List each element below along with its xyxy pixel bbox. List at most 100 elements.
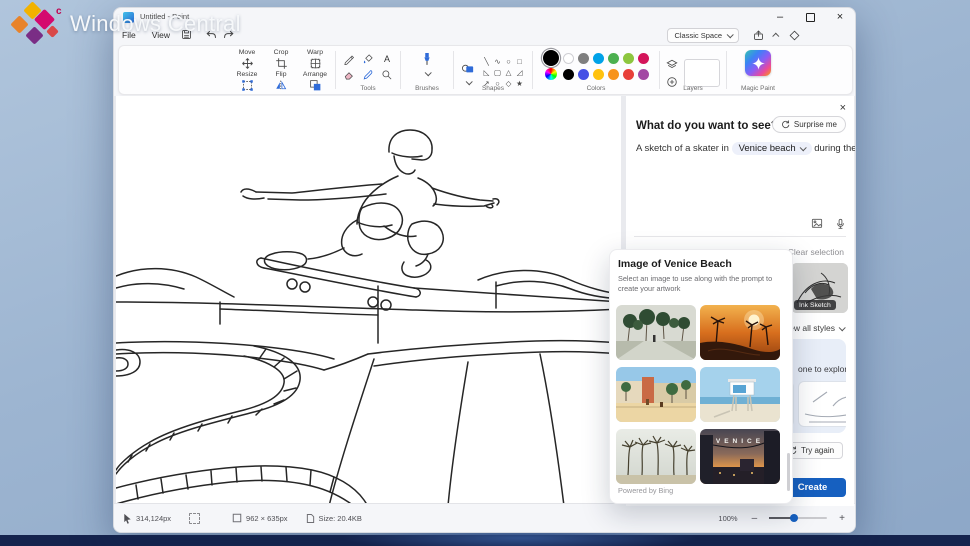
shape-line[interactable]: ╲ [481, 56, 492, 67]
venice-image-palm-trees[interactable] [616, 429, 696, 484]
canvas-sketch[interactable] [116, 96, 621, 506]
resize-icon [241, 79, 254, 92]
color-azure[interactable] [593, 53, 604, 64]
minimize-button[interactable]: – [765, 8, 795, 26]
popup-scrollbar[interactable] [787, 453, 790, 491]
venice-image-venice-sign[interactable]: VENICE [700, 429, 780, 484]
color-purple[interactable] [638, 69, 649, 80]
zoom-slider[interactable] [769, 517, 827, 519]
zoom-in-button[interactable]: + [839, 513, 845, 524]
color-black[interactable] [563, 69, 574, 80]
zoom-slider-knob[interactable] [790, 514, 798, 522]
color-indigo[interactable] [578, 69, 589, 80]
color-green[interactable] [608, 53, 619, 64]
file-size: Size: 20.4KB [319, 514, 362, 523]
magnifier-tool[interactable] [379, 67, 396, 83]
color-yellow[interactable] [593, 69, 604, 80]
microphone-icon [835, 218, 846, 230]
shape-fill-button[interactable] [461, 63, 475, 75]
powered-by-bing: Powered by Bing [618, 486, 673, 495]
pencil-tool[interactable] [341, 51, 358, 67]
magic-paint-label: Magic Paint [727, 85, 789, 92]
surprise-me-button[interactable]: Surprise me [772, 116, 846, 133]
brush-icon [420, 52, 434, 68]
gem-button[interactable] [787, 28, 801, 42]
logo-c-mark: c [56, 6, 62, 17]
magnifier-icon [381, 69, 393, 81]
window-title: Untitled - Paint [140, 12, 189, 21]
selection-section: Move Crop Warp Resize Flip Arrange [227, 46, 335, 94]
undo-button[interactable] [204, 28, 218, 42]
text-tool[interactable]: A [379, 51, 396, 67]
fill-tool[interactable] [360, 51, 377, 67]
shape-triangle[interactable]: △ [503, 67, 514, 78]
redo-button[interactable] [222, 28, 236, 42]
canvas-size-icon [232, 513, 242, 523]
prompt-text[interactable]: A sketch of a skater in Venice beach dur… [636, 142, 850, 155]
logo-diamond-magenta [34, 9, 55, 30]
venice-image-lifeguard-tower[interactable] [700, 367, 780, 422]
edit-colors-wheel[interactable] [545, 68, 557, 80]
colors-section: Colors [533, 46, 659, 94]
collapse-ribbon-button[interactable] [769, 28, 783, 42]
content-area: × What do you want to see? Surprise me A… [114, 96, 855, 504]
brush-button[interactable] [420, 52, 434, 68]
shape-ellipse[interactable]: ○ [503, 56, 514, 67]
color-gray[interactable] [578, 53, 589, 64]
panel-close-button[interactable]: × [840, 102, 846, 114]
style-card-ink-sketch[interactable]: Ink Sketch [791, 263, 848, 313]
file-menu[interactable]: File [114, 28, 144, 42]
venice-image-sunset-skatepark[interactable] [700, 305, 780, 360]
clear-selection-link[interactable]: Clear selection [788, 247, 844, 257]
zoom-out-button[interactable]: – [752, 513, 758, 524]
cursor-icon [123, 513, 132, 524]
maximize-button[interactable] [795, 8, 825, 26]
magic-paint-button[interactable] [745, 50, 771, 76]
titlebar[interactable]: Untitled - Paint – × [114, 8, 855, 26]
selected-color-swatch[interactable] [543, 50, 559, 66]
try-again-label: Try again [801, 446, 834, 455]
generated-sketch-3[interactable] [798, 381, 846, 427]
shapes-label: Shapes [454, 85, 532, 92]
chevron-down-icon [727, 31, 734, 38]
move-tool[interactable]: Move [232, 49, 262, 71]
view-menu[interactable]: View [144, 28, 178, 42]
layers-stack-button[interactable] [666, 59, 678, 71]
venice-image-boardwalk-shops[interactable] [616, 367, 696, 422]
shapes-chevron-icon[interactable] [465, 78, 472, 85]
canvas[interactable] [116, 96, 621, 506]
color-white[interactable] [563, 53, 574, 64]
shape-right-triangle-flipped[interactable]: ◿ [514, 67, 525, 78]
shape-right-triangle[interactable]: ◺ [481, 67, 492, 78]
share-icon [753, 30, 764, 41]
color-red[interactable] [623, 69, 634, 80]
warp-tool[interactable]: Warp [300, 49, 330, 71]
venice-image-palm-boardwalk[interactable] [616, 305, 696, 360]
arrange-tool[interactable]: Arrange [300, 71, 330, 93]
venice-beach-chip[interactable]: Venice beach [732, 142, 812, 155]
eraser-tool[interactable] [341, 67, 358, 83]
layers-section: Layers [660, 46, 726, 94]
paint-window: Untitled - Paint – × File View Classic S… [113, 7, 856, 533]
color-magenta[interactable] [638, 53, 649, 64]
flip-tool[interactable]: Flip [266, 71, 296, 93]
warp-icon [309, 57, 322, 70]
theme-dropdown[interactable]: Classic Space [667, 28, 739, 43]
canvas-size: 962 × 635px [246, 514, 288, 523]
share-button[interactable] [751, 28, 765, 42]
shape-rounded-rect[interactable]: ▢ [492, 67, 503, 78]
layer-thumbnail[interactable] [684, 59, 720, 87]
microphone-button[interactable] [835, 218, 846, 230]
save-button[interactable] [180, 28, 194, 42]
color-orange[interactable] [608, 69, 619, 80]
crop-tool[interactable]: Crop [266, 49, 296, 71]
shape-rectangle[interactable]: □ [514, 56, 525, 67]
shape-curve[interactable]: ∿ [492, 56, 503, 67]
close-button[interactable]: × [825, 8, 855, 26]
color-picker-tool[interactable] [360, 67, 377, 83]
color-lime[interactable] [623, 53, 634, 64]
add-image-button[interactable] [811, 218, 823, 230]
colors-label: Colors [533, 85, 659, 92]
brushes-chevron-icon[interactable] [424, 69, 431, 76]
resize-tool[interactable]: Resize [232, 71, 262, 93]
